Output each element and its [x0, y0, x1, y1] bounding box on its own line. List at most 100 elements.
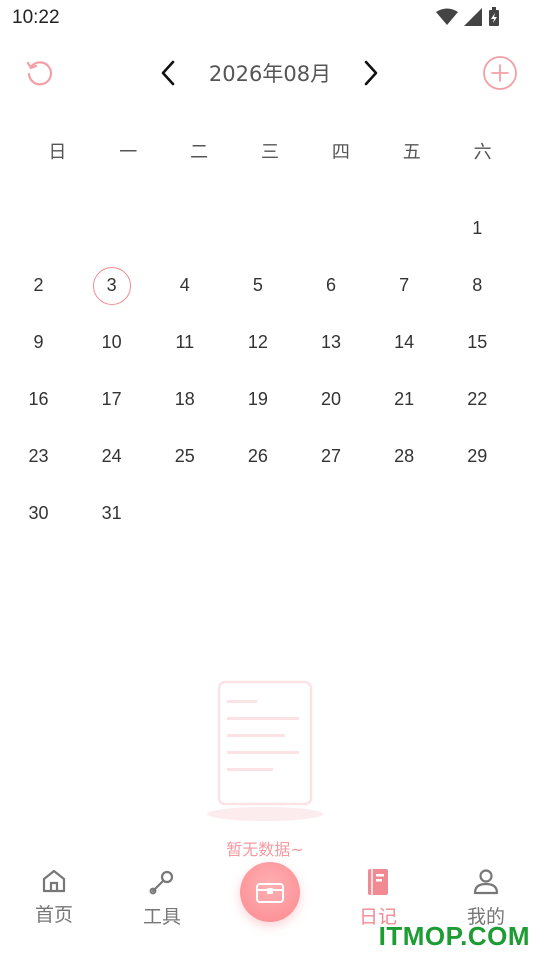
chevron-right-icon	[364, 60, 378, 86]
calendar-day[interactable]: 27	[295, 428, 368, 485]
calendar-day[interactable]: 24	[75, 428, 148, 485]
user-icon	[473, 869, 499, 895]
day-number: 5	[252, 275, 263, 295]
add-entry-button[interactable]	[482, 55, 518, 95]
empty-document-icon	[207, 680, 323, 821]
day-number: 26	[247, 446, 268, 466]
calendar-day[interactable]: 12	[221, 314, 294, 371]
calendar-empty-cell	[2, 200, 75, 257]
day-number: 16	[28, 389, 49, 409]
day-number: 4	[179, 275, 190, 295]
day-number: 6	[326, 275, 337, 295]
calendar-grid: 1 2 3 4 5 6 7 8 9 10 11 12 13 14 15 16 17 18 19 20 21 22 23 24 2…	[2, 200, 514, 542]
signal-icon	[464, 8, 482, 26]
calendar-empty-cell	[368, 485, 441, 542]
calendar-week-row: 9 10 11 12 13 14 15	[2, 314, 514, 371]
wifi-icon	[436, 8, 458, 25]
calendar-day[interactable]: 5	[221, 257, 294, 314]
calendar-week-row: 30 31	[2, 485, 514, 542]
day-number: 22	[467, 389, 488, 409]
calendar-week-row: 16 17 18 19 20 21 22	[2, 371, 514, 428]
calendar-day[interactable]: 6	[295, 257, 368, 314]
calendar-day[interactable]: 14	[368, 314, 441, 371]
calendar-day[interactable]: 3	[75, 257, 148, 314]
status-icons	[436, 7, 500, 27]
day-number: 24	[101, 446, 122, 466]
day-number: 27	[321, 446, 342, 466]
status-time: 10:22	[12, 7, 60, 28]
calendar-day[interactable]: 9	[2, 314, 75, 371]
calendar-day[interactable]: 8	[441, 257, 514, 314]
calendar-day[interactable]: 13	[295, 314, 368, 371]
day-number: 28	[394, 446, 415, 466]
calendar-empty-cell	[148, 200, 221, 257]
battery-icon	[489, 7, 499, 26]
diary-icon	[368, 869, 388, 895]
weekday-header: 日 一 二 三 四 五 六	[22, 138, 518, 164]
day-number: 31	[101, 503, 122, 523]
center-action-button[interactable]	[240, 862, 300, 922]
calendar-week-row: 1	[2, 200, 514, 257]
plus-circle-icon	[483, 56, 517, 90]
weekday-label: 三	[261, 142, 279, 163]
calendar-empty-cell	[368, 200, 441, 257]
calendar-empty-cell	[295, 485, 368, 542]
calendar-day[interactable]: 15	[441, 314, 514, 371]
calendar-day[interactable]: 22	[441, 371, 514, 428]
day-number: 7	[399, 275, 410, 295]
tab-mine[interactable]: 我的	[446, 868, 526, 929]
calendar-week-row: 2 3 4 5 6 7 8	[2, 257, 514, 314]
weekday-label: 五	[402, 142, 421, 163]
calendar-day[interactable]: 16	[2, 371, 75, 428]
calendar-day[interactable]: 29	[441, 428, 514, 485]
calendar-week-row: 23 24 25 26 27 28 29	[2, 428, 514, 485]
watermark-text: ITMOP.COM	[378, 921, 530, 951]
calendar-day[interactable]: 2	[2, 257, 75, 314]
calendar-day[interactable]: 23	[2, 428, 75, 485]
calendar-day[interactable]: 20	[295, 371, 368, 428]
treasure-box-icon	[256, 883, 284, 903]
calendar-day[interactable]: 18	[148, 371, 221, 428]
next-month-button[interactable]	[358, 56, 384, 90]
calendar-day[interactable]: 31	[75, 485, 148, 542]
tab-diary[interactable]: 日记	[338, 868, 418, 929]
calendar-day[interactable]: 21	[368, 371, 441, 428]
day-number: 11	[175, 332, 195, 352]
weekday-label: 二	[190, 142, 209, 163]
refresh-button[interactable]	[22, 56, 56, 90]
day-number: 18	[174, 389, 195, 409]
calendar-day[interactable]: 4	[148, 257, 221, 314]
empty-illustration	[205, 676, 325, 826]
day-number: 13	[321, 332, 342, 352]
prev-month-button[interactable]	[155, 56, 181, 90]
calendar-day[interactable]: 30	[2, 485, 75, 542]
day-number: 2	[33, 275, 44, 295]
weekday-label: 日	[48, 142, 67, 163]
day-number: 1	[472, 218, 483, 238]
home-icon	[42, 869, 66, 893]
day-number: 30	[28, 503, 49, 523]
day-number: 10	[101, 332, 122, 352]
calendar-day[interactable]: 25	[148, 428, 221, 485]
refresh-icon	[26, 61, 53, 86]
calendar-day[interactable]: 1	[441, 200, 514, 257]
calendar-day[interactable]: 28	[368, 428, 441, 485]
day-number: 17	[101, 389, 122, 409]
calendar-day[interactable]: 26	[221, 428, 294, 485]
tab-label: 工具	[142, 906, 181, 928]
day-number: 9	[33, 332, 44, 352]
month-title: 2026年08月	[208, 62, 332, 86]
calendar-day[interactable]: 10	[75, 314, 148, 371]
calendar-day[interactable]: 19	[221, 371, 294, 428]
day-number: 29	[467, 446, 488, 466]
weekday-label: 一	[119, 142, 138, 163]
calendar-day[interactable]: 11	[148, 314, 221, 371]
day-number: 23	[28, 446, 49, 466]
tab-home[interactable]: 首页	[14, 868, 94, 927]
calendar-day[interactable]: 17	[75, 371, 148, 428]
chevron-left-icon	[161, 60, 175, 86]
tab-tools[interactable]: 工具	[122, 868, 202, 929]
calendar-empty-cell	[221, 485, 294, 542]
calendar-day[interactable]: 7	[368, 257, 441, 314]
tab-label: 首页	[34, 904, 73, 926]
